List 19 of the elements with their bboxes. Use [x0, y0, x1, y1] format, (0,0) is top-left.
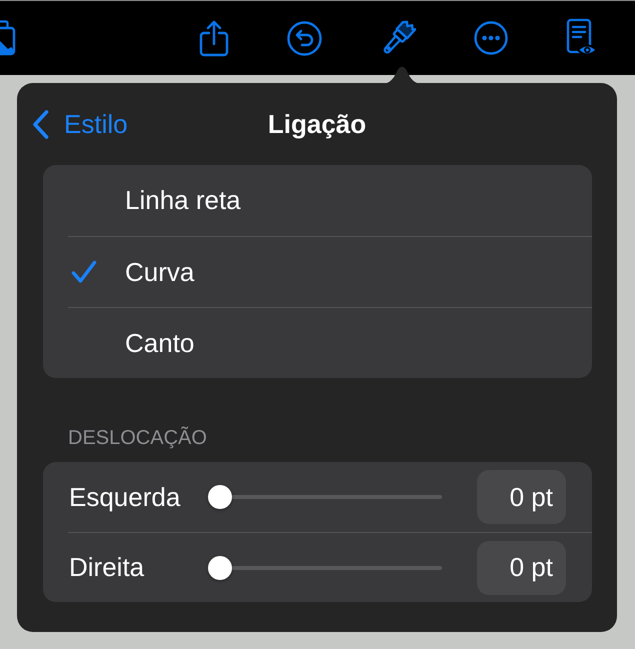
slider-label: Esquerda — [68, 482, 182, 512]
value-field[interactable]: 0 pt — [477, 470, 566, 524]
share-icon[interactable] — [199, 19, 229, 57]
slider-thumb[interactable] — [208, 556, 232, 580]
slider-track[interactable] — [208, 485, 442, 509]
more-icon[interactable] — [474, 21, 508, 55]
value-field[interactable]: 0 pt — [477, 540, 566, 594]
popover-title: Ligação — [268, 108, 366, 140]
connection-option[interactable]: Curva — [68, 236, 592, 307]
photo-icon[interactable] — [0, 20, 16, 56]
connection-option[interactable]: Linha reta — [68, 165, 592, 236]
section-heading: DESLOCAÇÃO — [68, 426, 207, 450]
chevron-left-icon — [32, 110, 49, 138]
connection-option[interactable]: Canto — [68, 307, 592, 378]
undo-icon[interactable] — [287, 20, 322, 56]
slider-thumb[interactable] — [208, 485, 232, 509]
slider-track[interactable] — [208, 556, 442, 580]
back-button[interactable]: Estilo — [32, 108, 128, 140]
slider-label: Direita — [68, 552, 146, 583]
